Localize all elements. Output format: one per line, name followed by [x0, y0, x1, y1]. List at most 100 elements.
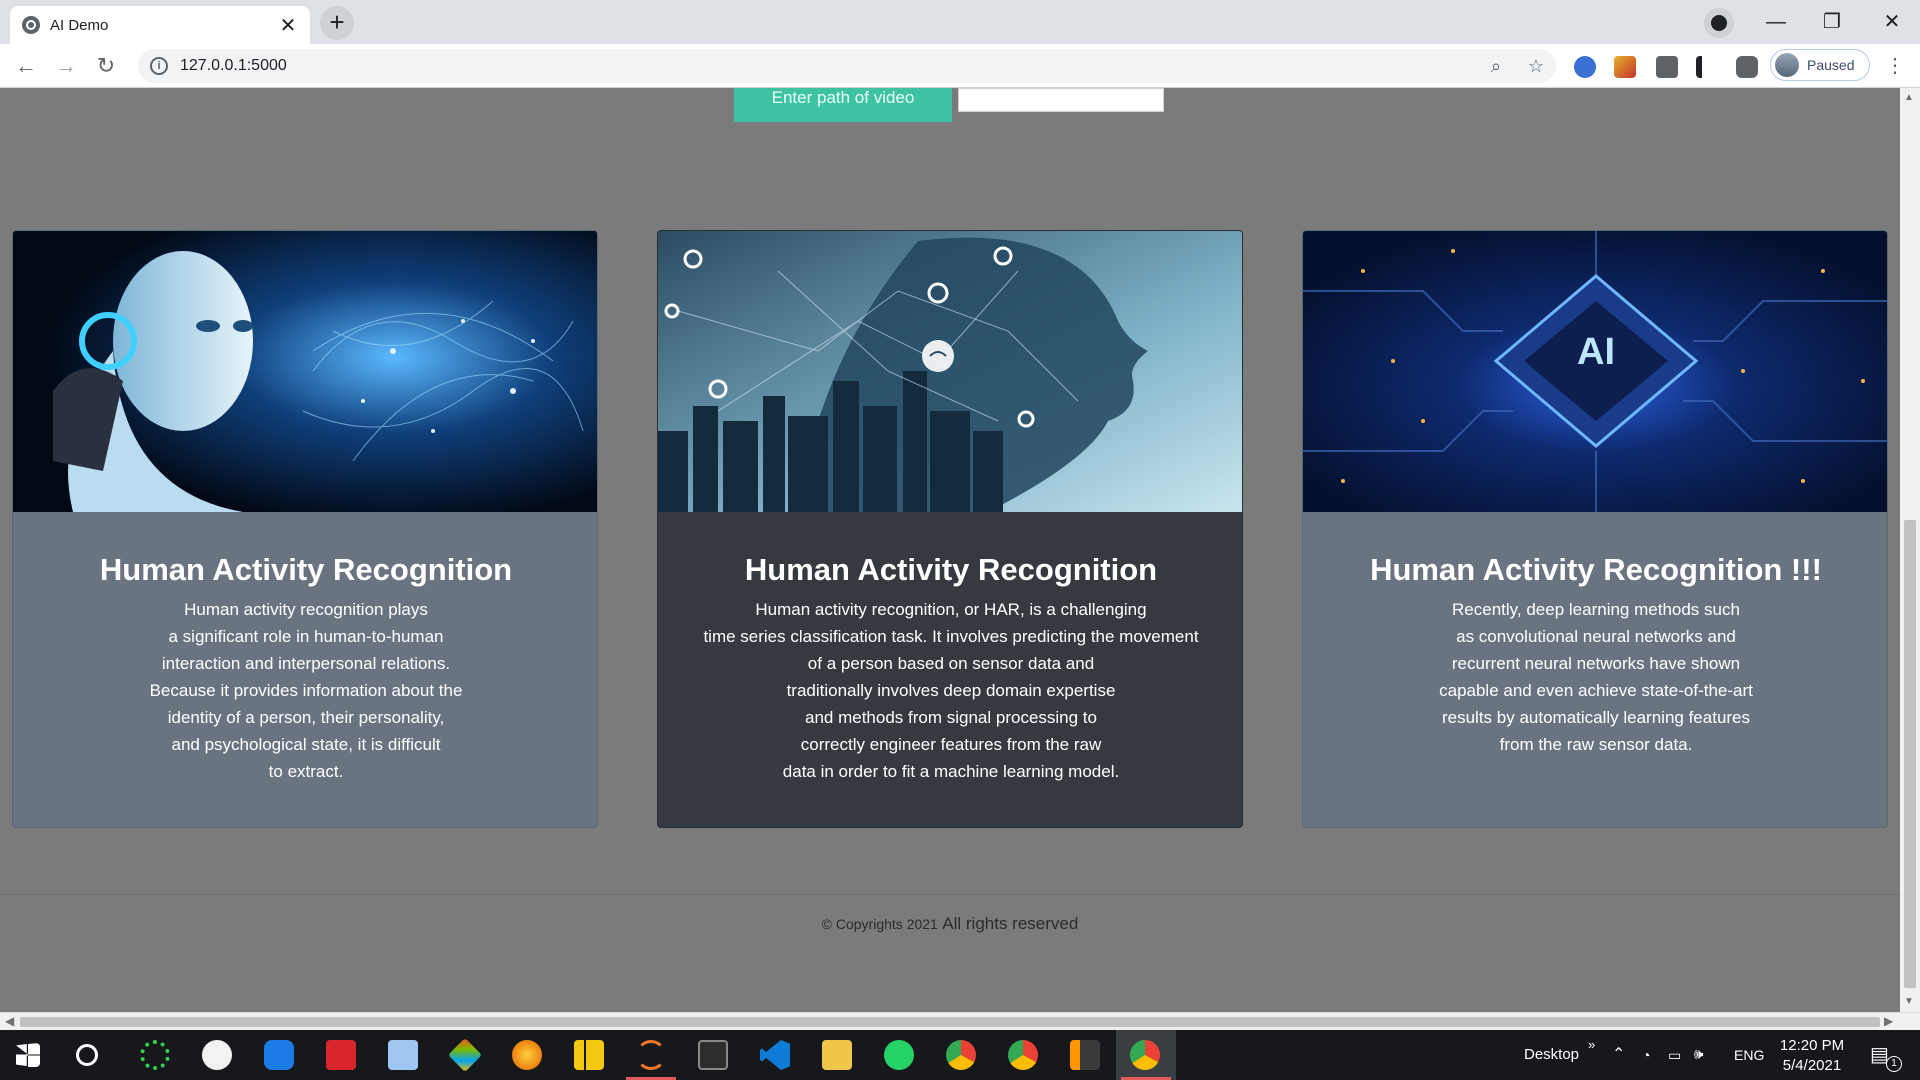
disc-player-icon[interactable]: [202, 1040, 232, 1070]
card-heading: Human Activity Recognition !!!: [1370, 552, 1822, 587]
card-activity-1: Human Activity Recognition Human activit…: [12, 230, 598, 828]
volume-icon[interactable]: 🕪: [1694, 1030, 1703, 1080]
card-text-line: Human activity recognition, or HAR, is a…: [755, 600, 1147, 619]
extension-save-icon[interactable]: [1656, 56, 1678, 78]
loading-ring-icon[interactable]: [140, 1040, 170, 1070]
chrome-icon[interactable]: [1008, 1040, 1038, 1070]
browser-toolbar: ← → ↻ i 127.0.0.1:5000 ⌕ ☆ Paused ⋮: [0, 44, 1920, 88]
card-text-line: of a person based on sensor data and: [807, 654, 1095, 673]
battery-icon[interactable]: ▭: [1668, 1030, 1681, 1080]
new-tab-button[interactable]: +: [320, 6, 354, 40]
forward-button[interactable]: →: [50, 50, 82, 82]
card-text-line: and psychological state, it is difficult: [171, 735, 441, 754]
url-text[interactable]: 127.0.0.1:5000: [180, 57, 1476, 75]
extension-globe-icon[interactable]: [1574, 56, 1596, 78]
card-text-line: as convolutional neural networks and: [1456, 627, 1736, 646]
card-text-line: traditionally involves deep domain exper…: [786, 681, 1116, 700]
card-body: Human Activity Recognition Human activit…: [658, 512, 1242, 827]
chevron-icon[interactable]: »: [1588, 1020, 1595, 1070]
chrome-profile-icon[interactable]: [946, 1040, 976, 1070]
card-text-line: Because it provides information about th…: [149, 681, 463, 700]
vscode-icon[interactable]: [760, 1040, 790, 1070]
git-diamond-icon[interactable]: [448, 1038, 482, 1072]
restore-button[interactable]: ❐: [1812, 6, 1852, 38]
sublime-text-icon[interactable]: [1070, 1040, 1100, 1070]
scroll-right-icon[interactable]: ▶: [1884, 1014, 1893, 1028]
tab-search-icon[interactable]: [1704, 8, 1734, 38]
vertical-scrollbar[interactable]: ▲ ▼: [1900, 88, 1920, 1012]
video-path-input[interactable]: [958, 88, 1164, 112]
browser-tab[interactable]: AI Demo ✕: [10, 6, 310, 44]
teamviewer-icon[interactable]: [264, 1040, 294, 1070]
enter-video-path-button[interactable]: Enter path of video: [734, 88, 952, 122]
scroll-down-icon[interactable]: ▼: [1904, 996, 1914, 1007]
extension-chart-icon[interactable]: [1614, 56, 1636, 78]
extension-signal-icon[interactable]: [1696, 56, 1718, 78]
scroll-up-icon[interactable]: ▲: [1904, 92, 1914, 103]
card-body: Human Activity Recognition Human activit…: [13, 512, 597, 827]
footer-divider: [0, 894, 1900, 895]
extensions-puzzle-icon[interactable]: [1736, 56, 1758, 78]
ai-chip-label: AI: [1577, 331, 1615, 373]
card-text-line: correctly engineer features from the raw: [800, 735, 1102, 754]
card-text-line: Human activity recognition plays: [184, 600, 428, 619]
avatar: [1775, 53, 1799, 77]
jupyter-icon[interactable]: [636, 1040, 666, 1070]
ai-chip-image: AI: [1303, 231, 1887, 512]
card-text-line: from the raw sensor data.: [1499, 735, 1693, 754]
site-info-icon[interactable]: i: [150, 57, 168, 75]
vertical-scroll-thumb[interactable]: [1904, 520, 1916, 988]
back-button[interactable]: ←: [10, 50, 42, 82]
windows-start-icon[interactable]: [16, 1043, 40, 1067]
card-activity-2: Human Activity Recognition Human activit…: [657, 230, 1243, 828]
tray-expand-icon[interactable]: ⌃: [1612, 1030, 1625, 1080]
terminal-icon[interactable]: [698, 1040, 728, 1070]
card-text-line: Recently, deep learning methods such: [1452, 600, 1740, 619]
globe-icon: [22, 16, 40, 34]
card-text-line: identity of a person, their personality,: [167, 708, 445, 727]
card-text-line: and methods from signal processing to: [805, 708, 1097, 727]
card-text-line: recurrent neural networks have shown: [1451, 654, 1741, 673]
search-circle-icon[interactable]: [76, 1044, 98, 1066]
clock-time: 12:20 PM: [1779, 1037, 1845, 1054]
horizontal-scrollbar[interactable]: ◀ ▶: [0, 1012, 1920, 1030]
whatsapp-icon[interactable]: [884, 1040, 914, 1070]
card-activity-3: AI Human Activity Recognition !!! Recent…: [1302, 230, 1888, 828]
card-text-line: time series classification task. It invo…: [703, 627, 1199, 646]
tab-close-icon[interactable]: ✕: [278, 13, 298, 38]
desktop-toolbar-label[interactable]: Desktop: [1524, 1030, 1579, 1080]
card-heading: Human Activity Recognition: [744, 552, 1158, 587]
minimize-button[interactable]: —: [1756, 6, 1796, 38]
card-text-line: results by automatically learning featur…: [1441, 708, 1751, 727]
language-indicator[interactable]: ENG: [1734, 1030, 1764, 1080]
address-bar[interactable]: i 127.0.0.1:5000 ⌕ ☆: [138, 49, 1556, 83]
robot-brain-image: [13, 231, 597, 512]
clock[interactable]: 12:20 PM 5/4/2021: [1762, 1036, 1862, 1076]
wifi-icon[interactable]: ◔: [1642, 1030, 1650, 1080]
notifications-icon[interactable]: ▤: [1870, 1030, 1889, 1080]
horizontal-scroll-thumb[interactable]: [20, 1017, 1880, 1027]
profile-status: Paused: [1807, 57, 1855, 73]
window-close-button[interactable]: ✕: [1872, 6, 1912, 38]
zoom-icon[interactable]: ⌕: [1476, 56, 1516, 77]
card-text-line: data in order to fit a machine learning …: [782, 762, 1120, 781]
firefox-icon[interactable]: [512, 1040, 542, 1070]
head-network-city-image: [658, 231, 1242, 512]
power-bi-icon[interactable]: [574, 1040, 604, 1070]
clock-date: 5/4/2021: [1782, 1057, 1842, 1074]
profile-button[interactable]: Paused: [1770, 49, 1870, 81]
tab-title: AI Demo: [50, 16, 109, 34]
acrobat-icon[interactable]: [326, 1040, 356, 1070]
bookmark-star-icon[interactable]: ☆: [1516, 56, 1556, 77]
reload-button[interactable]: ↻: [90, 50, 122, 82]
cube-app-icon[interactable]: [388, 1040, 418, 1070]
tab-strip: AI Demo ✕ + — ❐ ✕: [0, 0, 1920, 44]
chrome-active-icon[interactable]: [1130, 1040, 1160, 1070]
scroll-left-icon[interactable]: ◀: [5, 1014, 14, 1028]
copyright-text: © Copyrights 2021: [821, 916, 938, 932]
file-explorer-icon[interactable]: [822, 1040, 852, 1070]
page-viewport: Enter path of video Human Activity Recog…: [0, 88, 1900, 1012]
card-text-line: interaction and interpersonal relations.: [161, 654, 451, 673]
browser-menu-icon[interactable]: ⋮: [1880, 50, 1910, 82]
rights-text: All rights reserved: [942, 914, 1079, 933]
